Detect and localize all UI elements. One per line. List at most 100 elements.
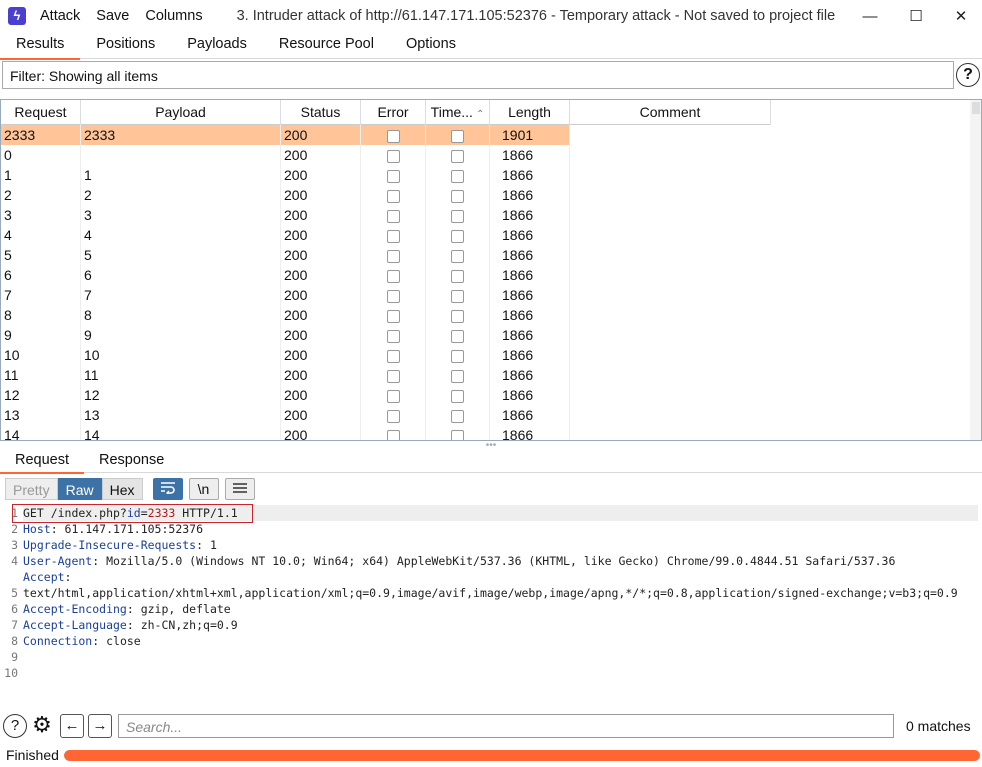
cell-comment	[570, 285, 771, 305]
error-checkbox	[386, 129, 400, 143]
forward-arrow-icon[interactable]: →	[88, 714, 112, 738]
cell-timeout	[426, 305, 490, 325]
timeout-checkbox	[451, 189, 464, 203]
table-row[interactable]: 5 5 200 1866	[1, 245, 971, 265]
cell-request: 13	[1, 405, 81, 425]
table-row[interactable]: 14 14 200 1866	[1, 425, 971, 440]
help-icon[interactable]: ?	[3, 714, 27, 738]
table-row[interactable]: 2333 2333 200 1901	[1, 125, 971, 145]
table-row[interactable]: 12 12 200 1866	[1, 385, 971, 405]
header-name: Connection	[23, 634, 93, 648]
table-row[interactable]: 0 200 1866	[1, 145, 971, 165]
timeout-checkbox	[451, 129, 464, 143]
col-length[interactable]: Length	[490, 100, 570, 125]
error-checkbox	[386, 149, 400, 163]
col-comment[interactable]: Comment	[570, 100, 771, 125]
menu-attack[interactable]: Attack	[40, 8, 80, 24]
cell-timeout	[426, 365, 490, 385]
back-arrow-icon[interactable]: ←	[60, 714, 84, 738]
timeout-checkbox	[451, 229, 464, 243]
table-row[interactable]: 4 4 200 1866	[1, 225, 971, 245]
error-checkbox	[386, 229, 400, 243]
line-number: 8	[11, 634, 18, 648]
cell-timeout	[426, 245, 490, 265]
cell-payload: 13	[81, 405, 281, 425]
menu-save[interactable]: Save	[96, 8, 129, 24]
cell-comment	[570, 185, 771, 205]
error-checkbox	[386, 269, 400, 283]
table-row[interactable]: 7 7 200 1866	[1, 285, 971, 305]
results-table: Request Payload Status Error Time... ⌃ Le…	[0, 99, 982, 441]
tab-options[interactable]: Options	[390, 32, 472, 59]
line-number: 9	[11, 650, 18, 664]
menu-columns[interactable]: Columns	[145, 8, 202, 24]
table-row[interactable]: 3 3 200 1866	[1, 205, 971, 225]
tab-request[interactable]: Request	[0, 447, 85, 474]
table-row[interactable]: 11 11 200 1866	[1, 365, 971, 385]
hex-button[interactable]: Hex	[101, 478, 143, 500]
cell-request: 6	[1, 265, 81, 285]
header-name: Accept-Encoding	[23, 602, 127, 616]
table-row[interactable]: 6 6 200 1866	[1, 265, 971, 285]
settings-gear-icon[interactable]: ⚙	[30, 714, 54, 738]
cell-request: 12	[1, 385, 81, 405]
col-payload[interactable]: Payload	[81, 100, 281, 125]
filter-bar[interactable]: Filter: Showing all items	[2, 61, 954, 89]
col-error[interactable]: Error	[361, 100, 426, 125]
tab-response[interactable]: Response	[84, 447, 179, 473]
table-row[interactable]: 9 9 200 1866	[1, 325, 971, 345]
help-icon[interactable]: ?	[956, 63, 980, 87]
pretty-button[interactable]: Pretty	[5, 478, 58, 500]
line-number: 6	[11, 602, 18, 616]
cell-status: 200	[281, 405, 361, 425]
table-row[interactable]: 13 13 200 1866	[1, 405, 971, 425]
menu-icon[interactable]	[224, 478, 255, 500]
cell-length: 1866	[490, 345, 570, 365]
table-row[interactable]: 8 8 200 1866	[1, 305, 971, 325]
table-row[interactable]: 10 10 200 1866	[1, 345, 971, 365]
cell-error	[361, 345, 426, 365]
table-row[interactable]: 2 2 200 1866	[1, 185, 971, 205]
cell-request: 0	[1, 145, 81, 165]
cell-comment	[570, 225, 771, 245]
table-scrollbar[interactable]	[970, 100, 981, 440]
cell-length: 1866	[490, 385, 570, 405]
cell-comment	[570, 405, 771, 425]
scrollbar-thumb[interactable]	[972, 102, 980, 114]
minimize-icon[interactable]: —	[847, 0, 893, 32]
tab-resource-pool[interactable]: Resource Pool	[263, 32, 390, 59]
cell-request: 8	[1, 305, 81, 325]
cell-length: 1866	[490, 145, 570, 165]
code-text: text/html,application/xhtml+xml,applicat…	[23, 586, 958, 600]
code-line: Upgrade-Insecure-Requests: 1	[23, 537, 978, 553]
newline-toggle-icon[interactable]: \n	[188, 478, 219, 500]
cell-length: 1866	[490, 205, 570, 225]
wrap-lines-icon[interactable]	[152, 478, 183, 500]
tab-positions[interactable]: Positions	[80, 32, 171, 59]
editor-toolbar: Pretty Raw Hex \n	[5, 478, 255, 500]
tab-results[interactable]: Results	[0, 32, 81, 60]
table-row[interactable]: 1 1 200 1866	[1, 165, 971, 185]
cell-comment	[570, 265, 771, 285]
col-timeout[interactable]: Time... ⌃	[426, 100, 490, 125]
cell-status: 200	[281, 145, 361, 165]
cell-status: 200	[281, 225, 361, 245]
cell-error	[361, 385, 426, 405]
search-input[interactable]: Search...	[118, 714, 894, 738]
error-checkbox	[386, 309, 400, 323]
tab-payloads[interactable]: Payloads	[171, 32, 263, 59]
col-request[interactable]: Request	[1, 100, 81, 125]
col-status[interactable]: Status	[281, 100, 361, 125]
cell-comment	[570, 425, 771, 440]
error-checkbox	[386, 429, 400, 440]
cell-length: 1866	[490, 305, 570, 325]
cell-status: 200	[281, 185, 361, 205]
cell-request: 9	[1, 325, 81, 345]
maximize-icon[interactable]: ☐	[893, 0, 939, 32]
timeout-checkbox	[451, 369, 464, 383]
request-text[interactable]: GET /index.php?id=2333 HTTP/1.1 Host: 61.…	[23, 505, 978, 681]
code-text: : 61.147.171.105:52376	[50, 522, 204, 536]
close-icon[interactable]: ✕	[938, 0, 982, 32]
request-editor[interactable]: 1 2 3 4 5 6 7 8 9 10 GET /index.php?id=2333 HTTP/…	[0, 504, 982, 705]
raw-button[interactable]: Raw	[57, 478, 102, 500]
